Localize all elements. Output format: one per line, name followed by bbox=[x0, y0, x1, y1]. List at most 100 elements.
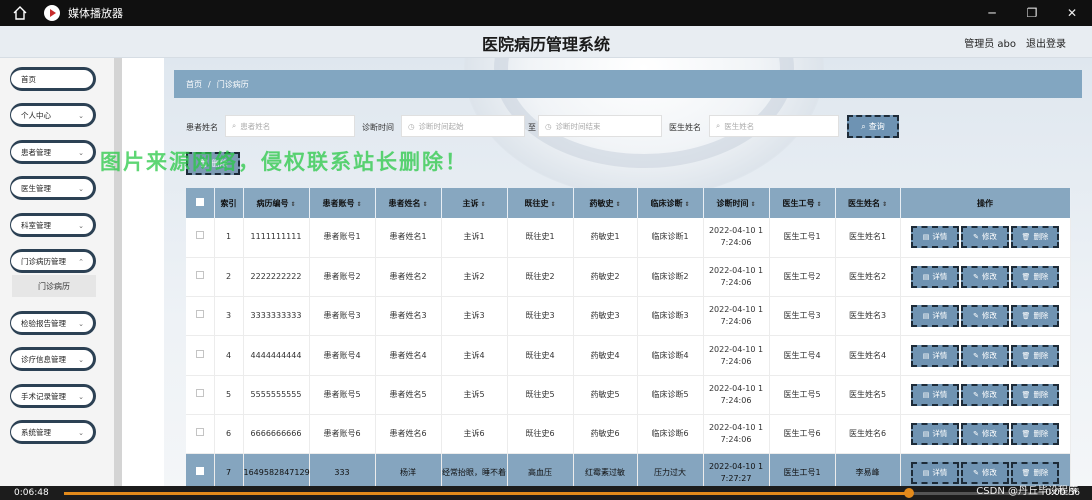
header-doctor-name[interactable]: 医生姓名 ⇕ bbox=[835, 188, 901, 218]
minimize-icon[interactable]: ─ bbox=[972, 0, 1012, 26]
query-button[interactable]: ⌕ 查询 bbox=[847, 115, 899, 138]
row-select-cell[interactable] bbox=[186, 218, 215, 258]
row-select-cell[interactable] bbox=[186, 296, 215, 337]
edit-button[interactable]: ✎ 修改 bbox=[961, 383, 1009, 406]
chevron-down-icon: ⌄ bbox=[78, 185, 84, 193]
sidebar-item-treatment-info[interactable]: 诊疗信息管理 ⌄ bbox=[10, 347, 96, 371]
header-diagnosis[interactable]: 临床诊断 ⇕ bbox=[637, 188, 704, 218]
cell-record-no: 2222222222 bbox=[243, 257, 310, 298]
sort-icon: ⇕ bbox=[550, 200, 556, 208]
row-delete-button[interactable]: 🗑 删除 bbox=[1011, 383, 1059, 406]
sidebar-item-label: 门诊病历管理 bbox=[21, 256, 66, 266]
row-delete-button[interactable]: 🗑 删除 bbox=[1011, 226, 1059, 249]
sidebar-scrollbar[interactable] bbox=[114, 58, 122, 500]
cell-complaint: 主诉5 bbox=[441, 375, 508, 415]
patient-name-input[interactable]: ⌕ 患者姓名 bbox=[225, 115, 355, 137]
select-all-header[interactable] bbox=[186, 188, 215, 218]
edit-button[interactable]: ✎ 修改 bbox=[961, 344, 1009, 367]
cell-diag-time: 2022-04-10 1 7:24:06 bbox=[703, 218, 770, 258]
sort-icon: ⇕ bbox=[356, 200, 362, 208]
table-row[interactable]: 5 5555555555 患者账号5 患者姓名5 主诉5 既往史5 药敏史5 临床诊断5 202… bbox=[186, 375, 1071, 415]
sidebar-item-system[interactable]: 系统管理 ⌄ bbox=[10, 420, 96, 444]
edit-button[interactable]: ✎ 修改 bbox=[961, 226, 1009, 249]
detail-button[interactable]: ▤ 详情 bbox=[911, 344, 959, 367]
detail-button[interactable]: ▤ 详情 bbox=[911, 265, 959, 288]
row-delete-button[interactable]: 🗑 删除 bbox=[1011, 265, 1059, 288]
clock-icon: ◷ bbox=[545, 121, 552, 131]
cell-diag-time: 2022-04-10 1 7:24:06 bbox=[703, 414, 770, 455]
restore-icon[interactable]: ❐ bbox=[1012, 0, 1052, 26]
sidebar-item-label: 医生管理 bbox=[21, 183, 51, 193]
row-delete-button[interactable]: 🗑 删除 bbox=[1011, 305, 1059, 328]
sidebar-item-personal-center[interactable]: 个人中心 ⌄ bbox=[10, 103, 96, 127]
detail-button[interactable]: ▤ 详情 bbox=[911, 423, 959, 446]
edit-button[interactable]: ✎ 修改 bbox=[961, 305, 1009, 328]
sidebar-item-patients[interactable]: 患者管理 ⌄ bbox=[10, 140, 96, 164]
edit-icon: ✎ bbox=[973, 351, 979, 360]
edit-button[interactable]: ✎ 修改 bbox=[961, 423, 1009, 446]
detail-button[interactable]: ▤ 详情 bbox=[911, 462, 959, 485]
edit-icon: ✎ bbox=[973, 390, 979, 399]
header-patient-name[interactable]: 患者姓名 ⇕ bbox=[375, 188, 442, 218]
cell-allergy: 药敏史1 bbox=[573, 218, 638, 258]
diag-time-start-input[interactable]: ◷ 诊断时间起始 bbox=[401, 115, 525, 137]
row-checkbox[interactable] bbox=[195, 231, 204, 240]
breadcrumb-home[interactable]: 首页 bbox=[186, 79, 202, 90]
header-patient-account[interactable]: 患者账号 ⇕ bbox=[309, 188, 376, 218]
row-select-cell[interactable] bbox=[186, 375, 215, 415]
trash-icon: 🗑 bbox=[1021, 272, 1031, 281]
detail-button[interactable]: ▤ 详情 bbox=[911, 226, 959, 249]
row-actions: ▤ 详情 ✎ 修改 🗑 删除 bbox=[900, 414, 1071, 455]
search-icon: ⌕ bbox=[232, 121, 237, 130]
select-all-checkbox[interactable] bbox=[195, 198, 204, 206]
seek-track[interactable] bbox=[64, 488, 1044, 498]
chevron-down-icon: ⌄ bbox=[78, 393, 84, 401]
row-actions: ▤ 详情 ✎ 修改 🗑 删除 bbox=[900, 375, 1071, 415]
header-record-no[interactable]: 病历编号 ⇕ bbox=[243, 188, 310, 218]
row-checkbox[interactable] bbox=[195, 310, 204, 319]
sidebar-item-doctors[interactable]: 医生管理 ⌄ bbox=[10, 176, 96, 200]
sidebar-item-lab-reports[interactable]: 检验报告管理 ⌄ bbox=[10, 311, 96, 335]
sidebar-item-departments[interactable]: 科室管理 ⌄ bbox=[10, 213, 96, 237]
cell-index: 2 bbox=[214, 257, 244, 298]
sidebar-subitem-outpatient[interactable]: 门诊病历 bbox=[12, 275, 96, 297]
table-row[interactable]: 4 4444444444 患者账号4 患者姓名4 主诉4 既往史4 药敏史4 临床诊断4 202… bbox=[186, 335, 1071, 376]
sidebar-item-surgery-records[interactable]: 手术记录管理 ⌄ bbox=[10, 384, 96, 408]
cell-patient-name: 患者姓名2 bbox=[375, 257, 442, 298]
cell-record-no: 4444444444 bbox=[243, 335, 310, 376]
row-checkbox[interactable] bbox=[195, 270, 204, 279]
row-select-cell[interactable] bbox=[186, 414, 215, 455]
row-actions: ▤ 详情 ✎ 修改 🗑 删除 bbox=[900, 335, 1071, 376]
logout-link[interactable]: 退出登录 bbox=[1026, 35, 1066, 50]
header-complaint[interactable]: 主诉 ⇕ bbox=[441, 188, 508, 218]
seek-handle[interactable] bbox=[903, 488, 914, 498]
detail-button[interactable]: ▤ 详情 bbox=[911, 383, 959, 406]
row-checkbox[interactable] bbox=[195, 428, 204, 437]
diag-time-end-input[interactable]: ◷ 诊断时间结束 bbox=[538, 115, 662, 137]
close-icon[interactable]: ✕ bbox=[1052, 0, 1092, 26]
row-checkbox[interactable] bbox=[195, 388, 204, 397]
home-icon[interactable] bbox=[0, 0, 40, 26]
table-row[interactable]: 6 6666666666 患者账号6 患者姓名6 主诉6 既往史6 药敏史6 临床诊断6 202… bbox=[186, 414, 1071, 455]
header-history[interactable]: 既往史 ⇕ bbox=[507, 188, 574, 218]
row-select-cell[interactable] bbox=[186, 257, 215, 298]
header-doctor-no[interactable]: 医生工号 ⇕ bbox=[769, 188, 836, 218]
header-allergy[interactable]: 药敏史 ⇕ bbox=[573, 188, 638, 218]
sort-icon: ⇕ bbox=[480, 200, 486, 208]
doctor-name-input[interactable]: ⌕ 医生姓名 bbox=[709, 115, 839, 137]
edit-button[interactable]: ✎ 修改 bbox=[961, 265, 1009, 288]
row-checkbox[interactable] bbox=[195, 349, 204, 358]
sidebar-item-home[interactable]: 首页 bbox=[10, 67, 96, 91]
table-row[interactable]: 1 1111111111 患者账号1 患者姓名1 主诉1 既往史1 药敏史1 临床诊断1 202… bbox=[186, 218, 1071, 258]
row-delete-button[interactable]: 🗑 删除 bbox=[1011, 344, 1059, 367]
detail-button[interactable]: ▤ 详情 bbox=[911, 305, 959, 328]
sidebar-item-outpatient-records[interactable]: 门诊病历管理 ⌃ bbox=[10, 249, 96, 273]
table-row[interactable]: 2 2222222222 患者账号2 患者姓名2 主诉2 既往史2 药敏史2 临床诊断2 202… bbox=[186, 257, 1071, 298]
row-select-cell[interactable] bbox=[186, 335, 215, 376]
header-diag-time[interactable]: 诊断时间 ⇕ bbox=[703, 188, 770, 218]
row-delete-button[interactable]: 🗑 删除 bbox=[1011, 423, 1059, 446]
breadcrumb: 首页 / 门诊病历 bbox=[174, 70, 1082, 98]
watermark-text: 图片来源网络，侵权联系站长删除！ bbox=[100, 150, 468, 174]
row-checkbox[interactable] bbox=[195, 467, 204, 476]
table-row[interactable]: 3 3333333333 患者账号3 患者姓名3 主诉3 既往史3 药敏史3 临床诊断3 202… bbox=[186, 296, 1071, 337]
